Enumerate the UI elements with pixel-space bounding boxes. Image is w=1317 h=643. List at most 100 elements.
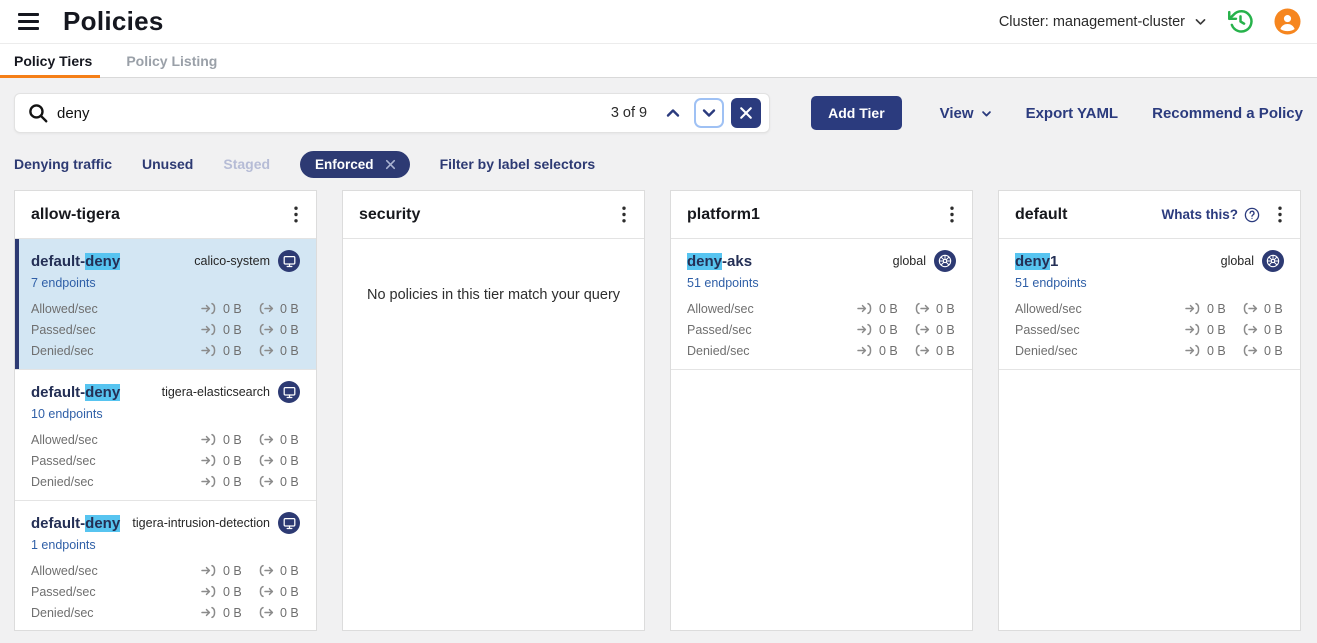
ingress-value: 0 B: [879, 323, 898, 337]
endpoints-link[interactable]: 51 endpoints: [687, 276, 759, 290]
user-avatar[interactable]: [1274, 8, 1301, 35]
egress-icon: [258, 302, 275, 315]
metric-label: Passed/sec: [31, 585, 201, 599]
next-result-button[interactable]: [694, 98, 724, 128]
filter-enforced-pill[interactable]: Enforced: [300, 151, 410, 178]
egress-icon: [258, 454, 275, 467]
metric-row: Denied/sec 0 B 0 B: [31, 471, 300, 492]
remove-filter-icon[interactable]: [385, 159, 396, 170]
filter-enforced-label: Enforced: [315, 157, 374, 172]
tab-policy-tiers[interactable]: Policy Tiers: [0, 44, 112, 77]
metric-label: Passed/sec: [687, 323, 857, 337]
cluster-selector[interactable]: Cluster: management-cluster: [999, 14, 1207, 30]
metric-label: Allowed/sec: [687, 302, 857, 316]
filter-by-label-selectors[interactable]: Filter by label selectors: [440, 156, 596, 172]
policy-metrics: Allowed/sec 0 B 0 B Passed/sec: [31, 429, 300, 492]
recommend-policy-button[interactable]: Recommend a Policy: [1152, 105, 1303, 122]
egress-icon: [258, 344, 275, 357]
tier-menu-icon[interactable]: [284, 203, 308, 227]
metric-label: Allowed/sec: [31, 564, 201, 578]
history-restore-icon[interactable]: [1227, 8, 1254, 35]
ingress-value: 0 B: [223, 433, 242, 447]
export-yaml-button[interactable]: Export YAML: [1026, 105, 1119, 122]
tier-menu-icon[interactable]: [940, 203, 964, 227]
whats-this-link[interactable]: Whats this?: [1162, 207, 1261, 223]
egress-value: 0 B: [936, 344, 955, 358]
tier-body: No policies in this tier match your quer…: [343, 239, 644, 630]
metric-row: Allowed/sec 0 B 0 B: [31, 298, 300, 319]
policy-card[interactable]: deny1 global 51 endpoints Allowed/sec 0 …: [999, 239, 1300, 370]
page-title: Policies: [63, 6, 164, 37]
egress-value: 0 B: [1264, 323, 1283, 337]
egress-icon: [258, 564, 275, 577]
filter-unused[interactable]: Unused: [142, 156, 193, 172]
tier-column-platform1: platform1 deny-aks global 51 endpoints A…: [670, 190, 973, 631]
tier-header: allow-tigera: [15, 191, 316, 239]
tab-policy-listing[interactable]: Policy Listing: [112, 44, 237, 77]
ingress-value: 0 B: [1207, 344, 1226, 358]
ingress-icon: [1185, 344, 1202, 357]
tier-body: default-deny calico-system 7 endpoints A…: [15, 239, 316, 630]
metric-label: Allowed/sec: [31, 302, 201, 316]
policy-card[interactable]: default-deny tigera-intrusion-detection …: [15, 501, 316, 630]
metric-row: Passed/sec 0 B 0 B: [31, 319, 300, 340]
search-input[interactable]: [57, 105, 611, 122]
metric-row: Allowed/sec 0 B 0 B: [687, 298, 956, 319]
policy-card[interactable]: default-deny calico-system 7 endpoints A…: [15, 239, 316, 370]
metric-label: Denied/sec: [687, 344, 857, 358]
tier-body: deny-aks global 51 endpoints Allowed/sec…: [671, 239, 972, 630]
ingress-icon: [201, 606, 218, 619]
tier-title: allow-tigera: [31, 206, 284, 224]
hamburger-menu-icon[interactable]: [16, 9, 41, 34]
tier-title: security: [359, 206, 612, 224]
namespace-icon: [278, 512, 300, 534]
filter-denying-traffic[interactable]: Denying traffic: [14, 156, 112, 172]
endpoints-link[interactable]: 10 endpoints: [31, 407, 103, 421]
tier-menu-icon[interactable]: [1268, 203, 1292, 227]
ingress-icon: [201, 564, 218, 577]
ingress-value: 0 B: [223, 302, 242, 316]
endpoints-link[interactable]: 7 endpoints: [31, 276, 96, 290]
metric-label: Denied/sec: [31, 606, 201, 620]
filter-staged[interactable]: Staged: [223, 156, 270, 172]
policy-scope-label: tigera-intrusion-detection: [132, 516, 270, 530]
egress-icon: [1242, 323, 1259, 336]
policy-metrics: Allowed/sec 0 B 0 B Passed/sec: [1015, 298, 1284, 361]
clear-search-button[interactable]: [731, 98, 761, 128]
search-icon: [27, 102, 49, 124]
tier-menu-icon[interactable]: [612, 203, 636, 227]
tier-column-security: security No policies in this tier match …: [342, 190, 645, 631]
ingress-value: 0 B: [223, 585, 242, 599]
egress-value: 0 B: [280, 344, 299, 358]
ingress-value: 0 B: [223, 475, 242, 489]
view-dropdown[interactable]: View: [940, 105, 992, 122]
metric-label: Allowed/sec: [1015, 302, 1185, 316]
add-tier-button[interactable]: Add Tier: [811, 96, 902, 130]
previous-result-button[interactable]: [659, 101, 687, 125]
ingress-value: 0 B: [1207, 323, 1226, 337]
empty-message: No policies in this tier match your quer…: [343, 239, 644, 303]
view-dropdown-label: View: [940, 105, 974, 122]
ingress-icon: [201, 475, 218, 488]
endpoints-link[interactable]: 1 endpoints: [31, 538, 96, 552]
policy-card[interactable]: deny-aks global 51 endpoints Allowed/sec…: [671, 239, 972, 370]
top-bar: Policies Cluster: management-cluster: [0, 0, 1317, 44]
whats-this-label: Whats this?: [1162, 207, 1239, 222]
metric-label: Denied/sec: [1015, 344, 1185, 358]
ingress-icon: [857, 302, 874, 315]
question-circle-icon: [1244, 207, 1260, 223]
egress-icon: [1242, 344, 1259, 357]
endpoints-link[interactable]: 51 endpoints: [1015, 276, 1087, 290]
metric-row: Allowed/sec 0 B 0 B: [31, 429, 300, 450]
policy-card[interactable]: default-deny tigera-elasticsearch 10 end…: [15, 370, 316, 501]
policy-scope-label: calico-system: [194, 254, 270, 268]
policy-scope-label: global: [893, 254, 926, 268]
metric-label: Allowed/sec: [31, 433, 201, 447]
metric-row: Allowed/sec 0 B 0 B: [31, 560, 300, 581]
toolbar: 3 of 9 Add Tier View Export YAML Recomme…: [14, 93, 1303, 133]
egress-value: 0 B: [280, 433, 299, 447]
tabs-bar: Policy Tiers Policy Listing: [0, 44, 1317, 78]
metric-row: Passed/sec 0 B 0 B: [1015, 319, 1284, 340]
metric-label: Passed/sec: [31, 323, 201, 337]
egress-value: 0 B: [1264, 302, 1283, 316]
